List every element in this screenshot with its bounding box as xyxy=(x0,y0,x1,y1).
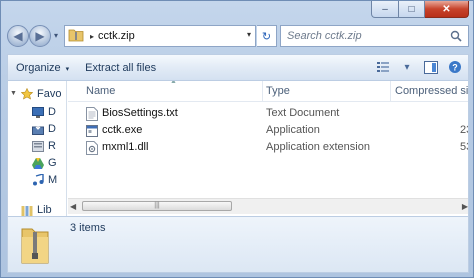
back-arrow-icon: ◀ xyxy=(13,29,23,43)
expand-arrow-icon[interactable]: ▼ xyxy=(10,90,17,97)
file-compressed-size: 53 xyxy=(460,141,468,153)
extract-all-files-button[interactable]: Extract all files xyxy=(77,62,164,74)
horizontal-scrollbar[interactable]: ◀ ||| ▶ xyxy=(68,198,468,214)
column-divider[interactable] xyxy=(390,81,391,101)
nav-item-label: Lib xyxy=(37,204,52,216)
breadcrumb-separator[interactable]: ▸ xyxy=(90,32,94,41)
file-name: cctk.exe xyxy=(102,124,143,136)
nav-item-label: R xyxy=(48,140,56,152)
search-placeholder: Search cctk.zip xyxy=(287,30,362,42)
view-controls: ▾ ? xyxy=(374,58,464,76)
nav-item-downloads[interactable]: D xyxy=(32,123,56,135)
scroll-right-icon[interactable]: ▶ xyxy=(462,202,468,211)
nav-item-libraries[interactable]: Lib xyxy=(21,204,52,216)
nav-item-label: Favo xyxy=(37,88,62,100)
scroll-left-icon[interactable]: ◀ xyxy=(70,202,76,211)
help-icon[interactable]: ? xyxy=(446,58,464,76)
nav-item-favorites[interactable]: Favo xyxy=(21,88,61,100)
main-pane: ▼ Favo D D R G M Lib ▲ Name Type Compres… xyxy=(7,81,469,216)
text-file-icon xyxy=(86,107,98,124)
search-input[interactable]: Search cctk.zip xyxy=(280,25,469,47)
back-button[interactable]: ◀ xyxy=(7,25,29,47)
nav-item-recent[interactable]: R xyxy=(32,140,56,152)
organize-label: Organize xyxy=(16,61,61,74)
refresh-icon: ↻ xyxy=(261,30,272,43)
file-type: Text Document xyxy=(266,107,340,119)
command-bar: Organize ▾ Extract all files ▾ ? xyxy=(7,54,469,81)
google-drive-icon xyxy=(32,157,44,169)
svg-text:?: ? xyxy=(452,63,458,73)
file-row[interactable]: mxml1.dll Application extension 53 xyxy=(68,140,468,158)
organize-menu-button[interactable]: Organize ▾ xyxy=(8,62,77,74)
nav-item-music[interactable]: M xyxy=(32,174,57,186)
exe-file-icon xyxy=(86,124,98,141)
downloads-icon xyxy=(32,123,44,135)
file-name: mxml1.dll xyxy=(102,141,149,153)
details-pane: 3 items xyxy=(7,216,469,273)
file-type: Application extension xyxy=(266,141,370,153)
maximize-button[interactable]: □ xyxy=(399,1,425,18)
change-view-icon[interactable] xyxy=(374,58,392,76)
explorer-window: – □ ✕ ◀ ▶ ▾ ▸ cctk.zip ▾ ↻ Search cctk.z… xyxy=(0,0,474,278)
star-icon xyxy=(21,88,33,100)
item-count: 3 items xyxy=(70,222,106,234)
column-header-compressed-size[interactable]: Compressed size xyxy=(395,85,468,97)
zip-folder-large-icon xyxy=(20,223,50,268)
zip-folder-icon xyxy=(68,28,84,45)
sort-ascending-icon: ▲ xyxy=(170,81,177,85)
address-dropdown-button[interactable]: ▾ xyxy=(247,30,251,39)
column-header-row: ▲ Name Type Compressed size xyxy=(68,81,468,102)
view-options-chevron-icon[interactable]: ▾ xyxy=(398,58,416,76)
recent-pages-button[interactable]: ▾ xyxy=(54,31,58,40)
dll-file-icon xyxy=(86,141,98,158)
desktop-icon xyxy=(32,106,44,118)
column-divider[interactable] xyxy=(262,81,263,101)
minimize-button[interactable]: – xyxy=(371,1,399,18)
preview-pane-icon[interactable] xyxy=(422,58,440,76)
nav-item-label: G xyxy=(48,157,57,169)
library-icon xyxy=(21,205,33,216)
column-header-type[interactable]: Type xyxy=(266,85,290,97)
music-icon xyxy=(33,174,44,186)
scrollbar-thumb[interactable]: ||| xyxy=(82,201,232,211)
file-row[interactable]: cctk.exe Application 23 xyxy=(68,123,468,141)
address-bar[interactable]: ▸ cctk.zip ▾ xyxy=(64,25,256,47)
navigation-pane: ▼ Favo D D R G M Lib xyxy=(8,81,67,216)
forward-button[interactable]: ▶ xyxy=(29,25,51,47)
nav-item-label: D xyxy=(48,106,56,118)
file-row[interactable]: BiosSettings.txt Text Document xyxy=(68,106,468,124)
chevron-down-icon: ▾ xyxy=(65,65,70,73)
file-list: ▲ Name Type Compressed size BiosSettings… xyxy=(68,81,468,216)
recent-places-icon xyxy=(32,140,44,152)
close-button[interactable]: ✕ xyxy=(425,1,469,18)
nav-item-label: D xyxy=(48,123,56,135)
file-compressed-size: 23 xyxy=(460,124,468,136)
search-icon[interactable] xyxy=(450,30,462,45)
nav-item-label: M xyxy=(48,174,58,186)
column-header-name[interactable]: Name xyxy=(86,85,115,97)
extract-all-files-label: Extract all files xyxy=(85,61,157,74)
file-name: BiosSettings.txt xyxy=(102,107,178,119)
breadcrumb-cctk-zip[interactable]: cctk.zip xyxy=(98,30,135,42)
file-type: Application xyxy=(266,124,320,136)
nav-item-google-drive[interactable]: G xyxy=(32,157,57,169)
address-row: ◀ ▶ ▾ ▸ cctk.zip ▾ ↻ Search cctk.zip xyxy=(7,23,469,51)
caption-buttons: – □ ✕ xyxy=(371,1,469,18)
nav-item-desktop[interactable]: D xyxy=(32,106,56,118)
forward-arrow-icon: ▶ xyxy=(35,29,45,43)
refresh-button[interactable]: ↻ xyxy=(257,25,277,47)
